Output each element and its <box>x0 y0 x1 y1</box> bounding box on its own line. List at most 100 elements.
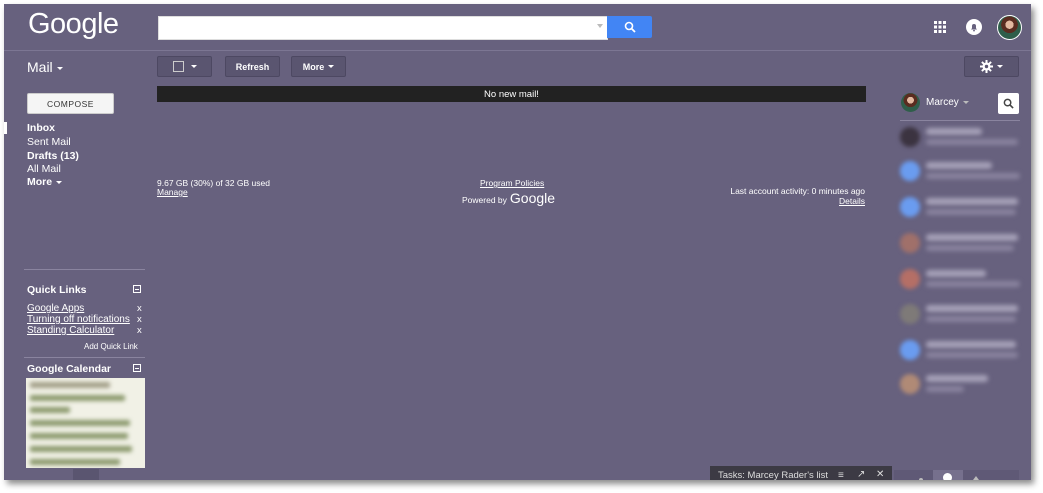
close-icon[interactable]: ✕ <box>876 469 884 480</box>
calendar-line <box>30 433 128 439</box>
chevron-down-icon <box>190 65 197 68</box>
refresh-button[interactable]: Refresh <box>225 56 280 77</box>
calendar-collapse-icon[interactable] <box>133 364 141 372</box>
tasks-title: Tasks: Marcey Rader's list <box>718 470 829 480</box>
search-icon <box>624 21 636 33</box>
refresh-label: Refresh <box>235 61 270 72</box>
contact-status <box>926 352 1018 358</box>
contact-name <box>926 270 986 277</box>
checkbox-icon <box>172 61 184 72</box>
chat-user-status[interactable]: Marcey <box>926 97 969 108</box>
sidebar-item-drafts[interactable]: Drafts (13) <box>27 150 79 162</box>
menu-icon[interactable]: ≡ <box>838 470 844 480</box>
sidebar-item-inbox[interactable]: Inbox <box>27 122 55 134</box>
compose-button[interactable]: COMPOSE <box>27 93 114 114</box>
popout-icon[interactable]: ↗ <box>857 469 865 480</box>
notifications-icon[interactable] <box>966 19 982 35</box>
more-button[interactable]: More <box>291 56 346 77</box>
contact-status <box>926 281 1020 287</box>
add-quick-link[interactable]: Add Quick Link <box>84 342 138 351</box>
details-link[interactable]: Details <box>839 196 865 206</box>
contact-avatar <box>900 304 920 324</box>
quick-link-google-apps[interactable]: Google Apps <box>27 303 84 314</box>
settings-button[interactable] <box>964 56 1019 77</box>
contact-name <box>926 128 982 135</box>
calendar-line <box>30 446 132 452</box>
contact-status <box>926 173 1020 179</box>
quick-link-turning-off-notifications[interactable]: Turning off notifications <box>27 314 130 325</box>
chevron-down-icon <box>56 66 63 70</box>
chat-avatar[interactable] <box>901 93 920 112</box>
compose-label: COMPOSE <box>47 98 94 109</box>
contact-status <box>926 245 1014 251</box>
search-icon <box>1003 98 1014 109</box>
hangouts-icon <box>943 473 952 480</box>
sidebar-item-sent-mail[interactable]: Sent Mail <box>27 136 71 148</box>
contact-name <box>926 305 1018 312</box>
sidebar-item-more[interactable]: More <box>27 176 63 188</box>
gmail-window: Google Mail Refresh More COMPOSE Inbox S… <box>4 4 1031 480</box>
apps-grid-icon[interactable] <box>934 21 946 33</box>
select-checkbox-button[interactable] <box>157 56 212 77</box>
contact-name <box>926 375 988 382</box>
chat-contact[interactable] <box>900 371 1026 397</box>
chat-contact[interactable] <box>900 158 1026 184</box>
sidebar-bottom-tab[interactable] <box>73 469 99 480</box>
chevron-down-icon <box>962 100 969 104</box>
chevron-down-icon <box>328 65 335 68</box>
quick-links-collapse-icon[interactable] <box>133 285 141 293</box>
search-input[interactable] <box>158 16 608 40</box>
search-options-icon[interactable] <box>597 24 603 28</box>
program-policies-link[interactable]: Program Policies <box>480 178 544 188</box>
contact-avatar <box>900 197 920 217</box>
remove-quick-link-button[interactable]: x <box>137 303 142 314</box>
contact-status <box>926 209 1016 215</box>
sidebar-item-all-mail[interactable]: All Mail <box>27 163 61 175</box>
more-label: More <box>302 61 325 72</box>
mail-label: Mail <box>27 59 53 75</box>
chat-search-button[interactable] <box>998 93 1019 114</box>
chat-contact[interactable] <box>900 266 1026 292</box>
quick-link-standing-calculator[interactable]: Standing Calculator <box>27 325 114 336</box>
gear-icon <box>980 60 993 73</box>
calendar-line <box>30 420 130 426</box>
google-logo[interactable]: Google <box>28 8 119 41</box>
contact-avatar <box>900 269 920 289</box>
contact-name <box>926 162 992 169</box>
contact-name <box>926 198 1018 205</box>
contact-avatar <box>900 161 920 181</box>
sidebar-more-label: More <box>27 176 53 188</box>
chat-contact[interactable] <box>900 194 1026 220</box>
phone-tab-icon[interactable] <box>973 476 979 480</box>
calendar-title: Google Calendar <box>27 363 112 375</box>
calendar-line <box>30 459 120 465</box>
calendar-agenda[interactable] <box>26 378 145 468</box>
manage-storage-link[interactable]: Manage <box>157 187 188 197</box>
chevron-down-icon <box>56 180 63 184</box>
contact-name <box>926 234 1018 241</box>
calendar-line <box>30 382 110 388</box>
last-account-activity: Last account activity: 0 minutes ago <box>730 186 865 196</box>
remove-quick-link-button[interactable]: x <box>137 314 142 325</box>
mail-menu[interactable]: Mail <box>27 59 63 75</box>
powered-google-logo: Google <box>509 190 556 206</box>
banner-text: No new mail! <box>484 88 539 100</box>
remove-quick-link-button[interactable]: x <box>137 325 142 336</box>
chat-contact[interactable] <box>900 124 1026 150</box>
chat-contact[interactable] <box>900 301 1026 327</box>
contact-status <box>926 386 964 392</box>
hangouts-tab-icon[interactable] <box>933 470 963 480</box>
contact-avatar <box>900 374 920 394</box>
search-button[interactable] <box>607 16 652 38</box>
contact-avatar <box>900 127 920 147</box>
calendar-divider <box>24 357 145 358</box>
chat-contact[interactable] <box>900 337 1026 363</box>
tasks-bar[interactable]: Tasks: Marcey Rader's list ≡ ↗ ✕ <box>710 466 892 480</box>
calendar-line <box>30 407 70 413</box>
contact-avatar <box>900 233 920 253</box>
chat-contact[interactable] <box>900 230 1026 256</box>
avatar[interactable] <box>997 15 1022 40</box>
calendar-line <box>30 395 125 401</box>
people-tab-icon[interactable] <box>919 478 923 480</box>
chat-divider <box>900 120 1020 121</box>
